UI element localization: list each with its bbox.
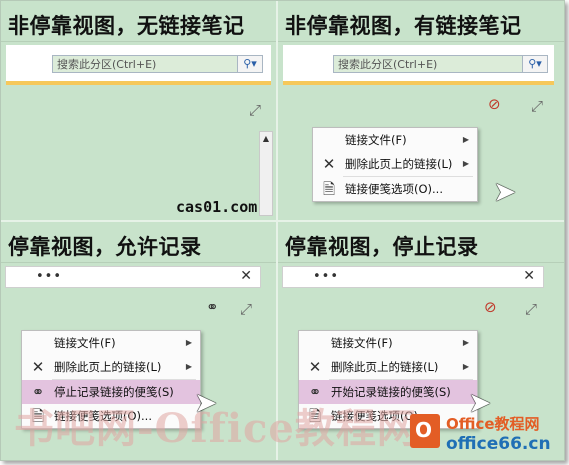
expand-icon[interactable]: ⤢ bbox=[522, 300, 540, 318]
section-color-strip bbox=[283, 81, 554, 85]
menu-item-linked-note-options[interactable]: 🗎 链接便笺选项(O)... bbox=[313, 177, 477, 201]
search-dropdown-button[interactable]: ⚲▾ bbox=[522, 55, 548, 73]
more-options-dots[interactable]: ••• bbox=[36, 269, 62, 284]
close-icon[interactable]: ✕ bbox=[523, 268, 535, 284]
submenu-arrow-icon: ▶ bbox=[185, 338, 192, 347]
expand-icon[interactable]: ⤢ bbox=[246, 101, 264, 119]
submenu-arrow-icon: ▶ bbox=[462, 362, 469, 371]
menu-item-link-file[interactable]: 链接文件(F) ▶ bbox=[299, 331, 477, 355]
logo-top-text: Office教程网 bbox=[446, 415, 540, 433]
submenu-arrow-icon: ▶ bbox=[462, 338, 469, 347]
mouse-cursor-icon: ➤ bbox=[493, 175, 517, 208]
title-divider bbox=[1, 41, 276, 42]
quadrant-undocked-no-links: 非停靠视图，无链接笔记 搜索此分区(Ctrl+E) ⚲▾ ⤢ ▲ cas01.c… bbox=[1, 1, 276, 220]
linked-notes-icon[interactable]: ⚭ bbox=[206, 298, 230, 316]
linked-notes-menu: 链接文件(F) ▶ ✕ 删除此页上的链接(L) ▶ 🗎 链接便笺选项(O)... bbox=[312, 127, 478, 202]
more-options-dots[interactable]: ••• bbox=[313, 269, 339, 284]
menu-item-label: 删除此页上的链接(L) bbox=[331, 360, 439, 374]
search-input[interactable]: 搜索此分区(Ctrl+E) bbox=[52, 55, 238, 73]
logo-bottom-text: office66.cn bbox=[446, 434, 551, 454]
x-icon: ✕ bbox=[31, 358, 45, 376]
office66-logo: O Office教程网 office66.cn bbox=[410, 410, 560, 460]
office-logo-icon: O bbox=[410, 414, 440, 448]
quadrant-title: 非停靠视图，无链接笔记 bbox=[8, 14, 245, 38]
watermark-text: 书吧网-Office教程网 bbox=[14, 405, 418, 452]
submenu-arrow-icon: ▶ bbox=[462, 135, 469, 144]
scrollbar[interactable]: ▲ bbox=[259, 131, 273, 216]
quadrant-title: 停靠视图，停止记录 bbox=[285, 235, 479, 259]
menu-item-link-file[interactable]: 链接文件(F) ▶ bbox=[313, 128, 477, 152]
docked-note-bar: ••• ✕ bbox=[5, 266, 261, 288]
search-input[interactable]: 搜索此分区(Ctrl+E) bbox=[333, 55, 523, 73]
quadrant-undocked-with-links: 非停靠视图，有链接笔记 搜索此分区(Ctrl+E) ⚲▾ ⊘ ⤢ 链接文件(F)… bbox=[278, 1, 564, 220]
search-panel: 搜索此分区(Ctrl+E) ⚲▾ bbox=[283, 45, 554, 85]
close-icon[interactable]: ✕ bbox=[240, 268, 252, 284]
linked-notes-icon[interactable]: ⊘ bbox=[488, 95, 512, 113]
menu-item-delete-links[interactable]: ✕ 删除此页上的链接(L) ▶ bbox=[22, 355, 200, 379]
linked-notes-stopped-icon[interactable]: ⊘ bbox=[484, 298, 508, 316]
submenu-arrow-icon: ▶ bbox=[462, 159, 469, 168]
menu-item-delete-links[interactable]: ✕ 删除此页上的链接(L) ▶ bbox=[313, 152, 477, 176]
x-icon: ✕ bbox=[308, 358, 322, 376]
menu-item-label: 链接文件(F) bbox=[331, 336, 393, 350]
docked-note-bar: ••• ✕ bbox=[282, 266, 544, 288]
menu-item-label: 链接文件(F) bbox=[54, 336, 116, 350]
section-color-strip bbox=[6, 81, 271, 85]
title-divider bbox=[278, 41, 564, 42]
title-divider bbox=[1, 262, 276, 263]
onenote-linked-notes-comparison: 非停靠视图，无链接笔记 搜索此分区(Ctrl+E) ⚲▾ ⤢ ▲ cas01.c… bbox=[0, 0, 565, 461]
menu-item-delete-links[interactable]: ✕ 删除此页上的链接(L) ▶ bbox=[299, 355, 477, 379]
menu-item-label: 删除此页上的链接(L) bbox=[54, 360, 162, 374]
menu-item-label: 链接文件(F) bbox=[345, 133, 407, 147]
expand-icon[interactable]: ⤢ bbox=[528, 97, 546, 115]
scroll-up-arrow-icon[interactable]: ▲ bbox=[260, 132, 272, 145]
site-caption: cas01.com bbox=[176, 198, 258, 216]
search-panel: 搜索此分区(Ctrl+E) ⚲▾ bbox=[6, 45, 271, 85]
menu-item-link-file[interactable]: 链接文件(F) ▶ bbox=[22, 331, 200, 355]
expand-icon[interactable]: ⤢ bbox=[237, 300, 255, 318]
search-dropdown-button[interactable]: ⚲▾ bbox=[237, 55, 263, 73]
options-icon: 🗎 bbox=[322, 180, 336, 198]
quadrant-title: 非停靠视图，有链接笔记 bbox=[285, 14, 522, 38]
menu-item-label: 链接便笺选项(O)... bbox=[345, 182, 443, 196]
submenu-arrow-icon: ▶ bbox=[185, 362, 192, 371]
title-divider bbox=[278, 262, 564, 263]
x-icon: ✕ bbox=[322, 155, 336, 173]
search-icon: ⚲ bbox=[243, 57, 252, 70]
search-icon: ⚲ bbox=[528, 57, 537, 70]
quadrant-title: 停靠视图，允许记录 bbox=[8, 235, 202, 259]
menu-item-label: 删除此页上的链接(L) bbox=[345, 157, 453, 171]
